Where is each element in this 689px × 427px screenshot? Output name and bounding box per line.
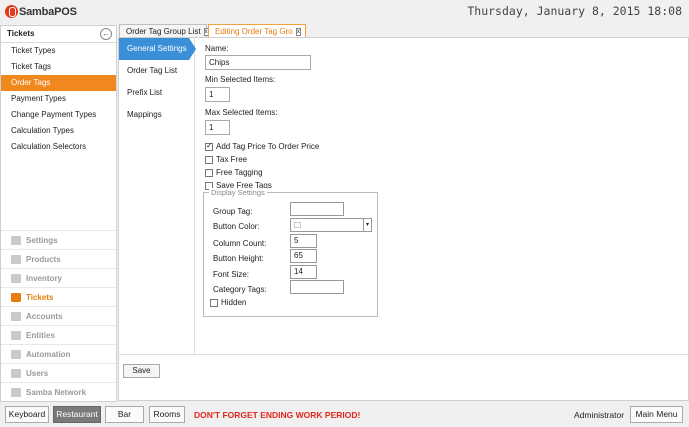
editor-pane: General Settings Order Tag List Prefix L… (118, 37, 689, 401)
globe-icon (11, 387, 21, 397)
module-users[interactable]: Users (1, 363, 116, 382)
truck-icon (11, 273, 21, 283)
hidden-checkbox[interactable]: Hidden (210, 298, 246, 307)
sidebar-item-calculation-selectors[interactable]: Calculation Selectors (1, 139, 116, 155)
min-selected-input[interactable]: 1 (205, 87, 230, 102)
logo-text: SambaPOS (19, 5, 77, 18)
max-selected-label: Max Selected Items: (205, 108, 278, 117)
module-label: Products (26, 254, 61, 264)
cup-icon (11, 254, 21, 264)
checkbox-label: Tax Free (216, 155, 248, 164)
color-swatch (294, 222, 301, 228)
back-arrow-icon[interactable]: ← (100, 28, 112, 40)
tax-free-checkbox[interactable]: Tax Free (205, 153, 319, 166)
module-entities[interactable]: Entities (1, 325, 116, 344)
tab-editing-order-tag-group[interactable]: Editing Order Tag Gro x (208, 24, 306, 38)
module-label: Accounts (26, 311, 63, 321)
user-icon (11, 368, 21, 378)
keyboard-button[interactable]: Keyboard (5, 406, 49, 423)
dropdown-arrow-icon[interactable]: ▾ (363, 219, 371, 231)
calculator-icon (11, 311, 21, 321)
settings-subnav: General Settings Order Tag List Prefix L… (119, 38, 196, 354)
group-tag-label: Group Tag: (213, 207, 253, 216)
save-button[interactable]: Save (123, 364, 160, 378)
module-automation[interactable]: Automation (1, 344, 116, 363)
bottom-bar: Keyboard Restaurant Bar Rooms DON'T FORG… (0, 403, 689, 427)
header: SambaPOS Thursday, January 8, 2015 18:08 (0, 0, 689, 24)
checkbox-checked[interactable] (205, 141, 213, 151)
font-size-label: Font Size: (213, 270, 250, 279)
font-size-input[interactable]: 14 (290, 265, 317, 279)
button-color-picker[interactable]: ▾ (290, 218, 372, 232)
module-label: Users (26, 368, 49, 378)
divider (119, 354, 688, 355)
checkbox-unchecked[interactable] (205, 155, 213, 164)
display-settings-group: Display Settings Group Tag: Button Color… (203, 188, 378, 317)
subnav-mappings[interactable]: Mappings (119, 104, 194, 126)
logo-icon (5, 5, 18, 18)
subnav-prefix-list[interactable]: Prefix List (119, 82, 194, 104)
sidebar-item-calculation-types[interactable]: Calculation Types (1, 123, 116, 139)
restaurant-button[interactable]: Restaurant (53, 406, 101, 423)
sidebar-header: Tickets ← (1, 26, 116, 43)
free-tagging-checkbox[interactable]: Free Tagging (205, 166, 319, 179)
module-label: Tickets (26, 292, 54, 302)
checkbox-label: Add Tag Price To Order Price (216, 142, 320, 151)
checkbox-label: Free Tagging (216, 168, 263, 177)
module-tickets[interactable]: Tickets (1, 287, 116, 306)
max-selected-input[interactable]: 1 (205, 120, 230, 135)
name-label: Name: (205, 44, 229, 53)
checkbox-unchecked[interactable] (205, 168, 213, 177)
app-window: SambaPOS Thursday, January 8, 2015 18:08… (0, 0, 689, 427)
pencil-icon (11, 349, 21, 359)
module-accounts[interactable]: Accounts (1, 306, 116, 325)
module-list: Settings Products Inventory Tickets Acco… (1, 230, 116, 401)
module-label: Samba Network (26, 387, 87, 397)
bar-button[interactable]: Bar (105, 406, 144, 423)
logo: SambaPOS (5, 5, 77, 18)
module-settings[interactable]: Settings (1, 230, 116, 249)
general-settings-form: Name: Chips Min Selected Items: 1 Max Se… (205, 44, 319, 192)
subnav-general-settings[interactable]: General Settings (119, 38, 196, 60)
grid-icon (11, 330, 21, 340)
module-label: Settings (26, 235, 58, 245)
sidebar-item-payment-types[interactable]: Payment Types (1, 91, 116, 107)
rooms-button[interactable]: Rooms (149, 406, 185, 423)
checkbox-label: Hidden (221, 298, 247, 307)
button-height-label: Button Height: (213, 254, 264, 263)
category-tags-input[interactable] (290, 280, 344, 294)
category-tags-label: Category Tags: (213, 285, 267, 294)
display-settings-title: Display Settings (209, 188, 267, 197)
module-products[interactable]: Products (1, 249, 116, 268)
column-count-label: Column Count: (213, 239, 267, 248)
sidebar-title: Tickets (7, 29, 35, 38)
module-label: Inventory (26, 273, 63, 283)
button-height-input[interactable]: 65 (290, 249, 317, 263)
sidebar-item-order-tags[interactable]: Order Tags (1, 75, 116, 91)
books-icon (11, 292, 21, 302)
module-label: Automation (26, 349, 71, 359)
subnav-order-tag-list[interactable]: Order Tag List (119, 60, 194, 82)
main-menu-button[interactable]: Main Menu (630, 406, 683, 423)
gear-icon (11, 235, 21, 245)
name-input[interactable]: Chips (205, 55, 311, 70)
module-label: Entities (26, 330, 55, 340)
module-inventory[interactable]: Inventory (1, 268, 116, 287)
current-user: Administrator (574, 410, 625, 420)
sidebar-item-ticket-types[interactable]: Ticket Types (1, 43, 116, 59)
button-color-label: Button Color: (213, 222, 260, 231)
work-period-warning: DON'T FORGET ENDING WORK PERIOD! (194, 410, 361, 420)
checkbox-unchecked[interactable] (210, 298, 218, 307)
sidebar: Tickets ← Ticket Types Ticket Tags Order… (0, 25, 117, 402)
close-icon[interactable]: x (295, 27, 301, 36)
group-tag-input[interactable] (290, 202, 344, 216)
column-count-input[interactable]: 5 (290, 234, 317, 248)
sidebar-item-ticket-tags[interactable]: Ticket Tags (1, 59, 116, 75)
min-selected-label: Min Selected Items: (205, 75, 276, 84)
add-tag-price-checkbox[interactable]: Add Tag Price To Order Price (205, 140, 319, 153)
datetime: Thursday, January 8, 2015 18:08 (467, 4, 682, 18)
tab-order-tag-group-list[interactable]: Order Tag Group List x (119, 24, 209, 38)
sidebar-item-change-payment-types[interactable]: Change Payment Types (1, 107, 116, 123)
module-samba-network[interactable]: Samba Network (1, 382, 116, 401)
